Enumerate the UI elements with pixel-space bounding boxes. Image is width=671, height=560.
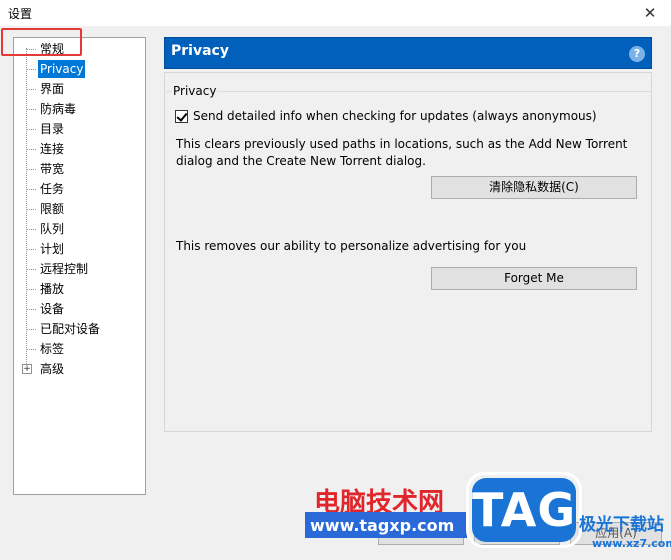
- watermark-url: www.tagxp.com: [310, 516, 455, 535]
- title-bar: 设置 ✕: [0, 0, 671, 26]
- tree-item-label: 防病毒: [40, 102, 77, 116]
- send-info-checkbox[interactable]: [175, 110, 188, 123]
- settings-category-tree: 常规 Privacy 界面 防病毒 目录 连接 带宽 任务 限额 队列 计划 远…: [13, 37, 146, 495]
- ads-description: This removes our ability to personalize …: [176, 239, 527, 253]
- close-icon[interactable]: ✕: [639, 2, 661, 24]
- tree-item-label: 连接: [40, 142, 65, 156]
- clear-description: This clears previously used paths in loc…: [176, 136, 627, 170]
- tree-item-label: 远程控制: [40, 262, 89, 276]
- clear-description-line: This clears previously used paths in loc…: [176, 137, 628, 151]
- help-icon[interactable]: ?: [629, 46, 645, 62]
- tree-item-label: 计划: [40, 242, 65, 256]
- send-info-checkbox-label[interactable]: Send detailed info when checking for upd…: [193, 109, 597, 123]
- tree-item-label: 已配对设备: [40, 322, 101, 336]
- tree-item-label: 界面: [40, 82, 65, 96]
- tree-item-label: 目录: [40, 122, 65, 136]
- clear-privacy-data-button[interactable]: 清除隐私数据(C): [431, 176, 637, 199]
- tree-item-label: 任务: [40, 182, 65, 196]
- tree-item-label: Privacy: [38, 60, 86, 78]
- window-title: 设置: [8, 7, 33, 21]
- watermark-url2: www.xz7.com: [592, 537, 671, 550]
- tree-connector-line: [26, 48, 27, 374]
- tree-item-label: 高级: [40, 362, 65, 376]
- tree-item-label: 标签: [40, 342, 65, 356]
- highlight-annotation-box: [1, 28, 82, 56]
- tree-item-label: 带宽: [40, 162, 65, 176]
- tree-item-label: 限额: [40, 202, 65, 216]
- group-legend: Privacy: [172, 84, 218, 98]
- watermark-site2: 极光下载站: [579, 515, 664, 535]
- tree-item-label: 队列: [40, 222, 65, 236]
- watermark-logo: TAG: [472, 478, 576, 542]
- clear-description-line: dialog and the Create New Torrent dialog…: [176, 154, 426, 168]
- tree-item-label: 设备: [40, 302, 65, 316]
- tree-item-label: 播放: [40, 282, 65, 296]
- forget-me-button[interactable]: Forget Me: [431, 267, 637, 290]
- section-title: Privacy: [171, 43, 229, 59]
- expand-plus-icon[interactable]: +: [22, 364, 32, 374]
- checkmark-icon: [176, 110, 188, 122]
- section-header: Privacy ?: [164, 37, 652, 69]
